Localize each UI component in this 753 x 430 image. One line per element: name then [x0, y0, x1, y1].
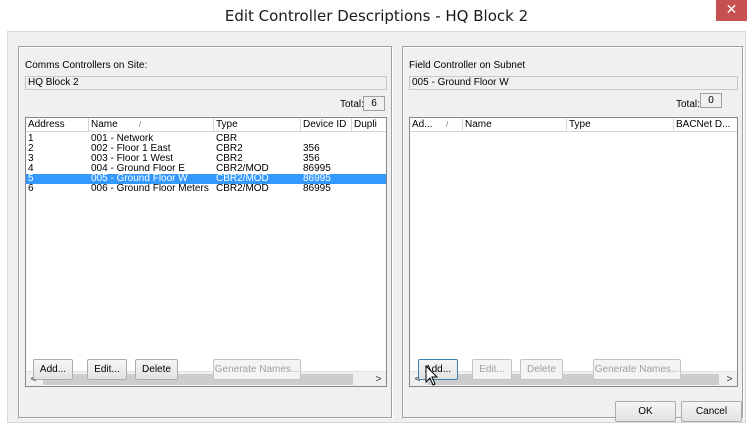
sort-indicator-icon: /	[446, 120, 449, 129]
cell-name: 002 - Floor 1 East	[91, 144, 171, 154]
column-header-name[interactable]: Name /	[89, 118, 214, 132]
left-generate-names-button[interactable]: Generate Names...	[213, 359, 301, 380]
site-name-field: HQ Block 2	[25, 76, 387, 90]
cell-device-id: 86995	[303, 184, 331, 194]
close-button[interactable]: ✕	[716, 0, 747, 21]
list-header: Address Name / Type Device ID Dupli	[26, 118, 386, 132]
table-row[interactable]: 4 004 - Ground Floor E CBR2/MOD 86995	[26, 164, 386, 174]
cell-device-id: 86995	[303, 174, 331, 184]
left-edit-button[interactable]: Edit...	[87, 359, 127, 380]
left-delete-button[interactable]: Delete	[135, 359, 178, 380]
dialog-client-area: Comms Controllers on Site: HQ Block 2 To…	[7, 31, 746, 423]
cell-type: CBR2	[216, 144, 243, 154]
total-label: Total:	[676, 99, 700, 110]
table-row[interactable]: 3 003 - Floor 1 West CBR2 356	[26, 154, 386, 164]
cell-device-id	[301, 134, 352, 144]
cell-type: CBR	[216, 134, 238, 144]
title-bar: Edit Controller Descriptions - HQ Block …	[0, 0, 753, 31]
column-header-bacnet-device[interactable]: BACNet D...	[674, 118, 737, 132]
column-header-type[interactable]: Type	[567, 118, 674, 132]
column-header-device-id[interactable]: Device ID	[301, 118, 352, 132]
left-add-button[interactable]: Add...	[33, 359, 73, 380]
cancel-button[interactable]: Cancel	[681, 401, 742, 422]
field-controllers-label: Field Controller on Subnet	[409, 60, 526, 71]
cell-type: CBR2/MOD	[216, 164, 269, 174]
mouse-pointer-icon	[425, 365, 439, 386]
scroll-right-icon[interactable]: >	[722, 372, 737, 387]
column-header-address[interactable]: Address	[26, 118, 89, 132]
table-row[interactable]: 6 006 - Ground Floor Meters CBR2/MOD 86995	[26, 184, 386, 194]
cell-name: 003 - Floor 1 West	[91, 154, 174, 164]
total-value: 0	[700, 93, 722, 108]
list-rows: 1 001 - Network CBR 2 002 - Floor 1 East CBR2…	[26, 134, 386, 194]
window-title: Edit Controller Descriptions - HQ Block …	[224, 7, 529, 25]
subnet-name-field: 005 - Ground Floor W	[409, 76, 738, 90]
comms-controllers-list[interactable]: Address Name / Type Device ID Dupli 1 001 …	[25, 117, 387, 387]
cell-type: CBR2/MOD	[216, 174, 269, 184]
cell-device-id: 356	[303, 144, 320, 154]
horizontal-scrollbar[interactable]: < >	[26, 371, 386, 386]
cell-name: 001 - Network	[91, 134, 154, 144]
cell-name: 006 - Ground Floor Meters	[91, 184, 209, 194]
column-header-duplicate[interactable]: Dupli	[352, 118, 386, 132]
table-row[interactable]: 5 005 - Ground Floor W CBR2/MOD 86995	[26, 174, 386, 184]
column-header-name[interactable]: Name	[463, 118, 567, 132]
right-delete-button[interactable]: Delete	[520, 359, 563, 380]
column-header-type[interactable]: Type	[214, 118, 301, 132]
table-row[interactable]: 1 001 - Network CBR	[26, 134, 386, 144]
table-row[interactable]: 2 002 - Floor 1 East CBR2 356	[26, 144, 386, 154]
field-controllers-panel: Field Controller on Subnet 005 - Ground …	[402, 46, 744, 419]
column-header-address[interactable]: Ad... /	[410, 118, 463, 132]
cell-type: CBR2/MOD	[216, 184, 269, 194]
cell-address: 2	[28, 144, 34, 154]
sort-indicator-icon: /	[139, 120, 142, 129]
scroll-right-icon[interactable]: >	[371, 372, 386, 387]
field-controllers-list[interactable]: Ad... / Name Type BACNet D...	[409, 117, 738, 387]
cell-address: 4	[28, 164, 34, 174]
cell-device-id: 86995	[303, 164, 331, 174]
total-value: 6	[363, 96, 385, 111]
list-header: Ad... / Name Type BACNet D...	[410, 118, 737, 132]
cell-name: 005 - Ground Floor W	[91, 174, 188, 184]
comms-controllers-panel: Comms Controllers on Site: HQ Block 2 To…	[18, 46, 393, 419]
cell-address: 5	[28, 174, 34, 184]
cell-address: 1	[28, 134, 34, 144]
right-edit-button[interactable]: Edit...	[472, 359, 512, 380]
cell-device-id: 356	[303, 154, 320, 164]
right-generate-names-button[interactable]: Generate Names...	[593, 359, 681, 380]
close-icon: ✕	[725, 2, 738, 18]
cell-address: 6	[28, 184, 34, 194]
comms-controllers-label: Comms Controllers on Site:	[25, 60, 148, 71]
cell-name: 004 - Ground Floor E	[91, 164, 185, 174]
cell-address: 3	[28, 154, 34, 164]
total-label: Total:	[340, 99, 364, 110]
ok-button[interactable]: OK	[615, 401, 676, 422]
horizontal-scrollbar[interactable]: < >	[410, 371, 737, 386]
cell-type: CBR2	[216, 154, 243, 164]
